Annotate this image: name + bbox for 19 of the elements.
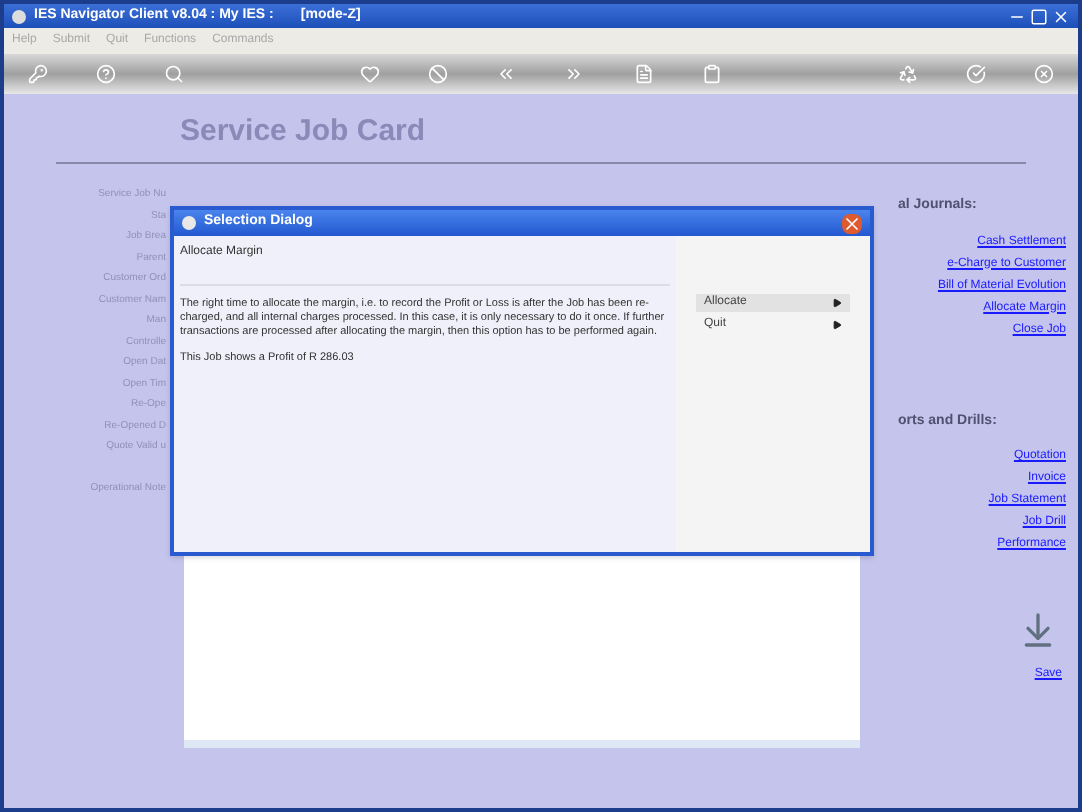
submenu-arrow-icon <box>832 320 842 330</box>
dialog-icon <box>182 216 196 230</box>
key-icon[interactable] <box>28 64 48 84</box>
clipboard-icon[interactable] <box>701 64 722 84</box>
prohibited-icon[interactable] <box>428 64 449 84</box>
check-icon[interactable] <box>965 64 986 84</box>
page-title: Service Job Card <box>180 111 426 151</box>
heart-icon[interactable] <box>360 64 381 84</box>
search-icon[interactable] <box>164 64 185 84</box>
double-chevron-left-icon[interactable] <box>496 64 517 84</box>
document-icon[interactable] <box>633 64 653 84</box>
maximize-icon[interactable] <box>1030 7 1048 25</box>
submenu-arrow-icon <box>832 298 842 308</box>
double-chevron-right-icon[interactable] <box>564 64 585 84</box>
recycle-icon[interactable] <box>897 64 918 84</box>
close-icon[interactable] <box>842 213 862 233</box>
app-icon <box>12 9 26 23</box>
help-icon[interactable] <box>96 64 117 84</box>
close-icon[interactable] <box>1052 7 1070 25</box>
